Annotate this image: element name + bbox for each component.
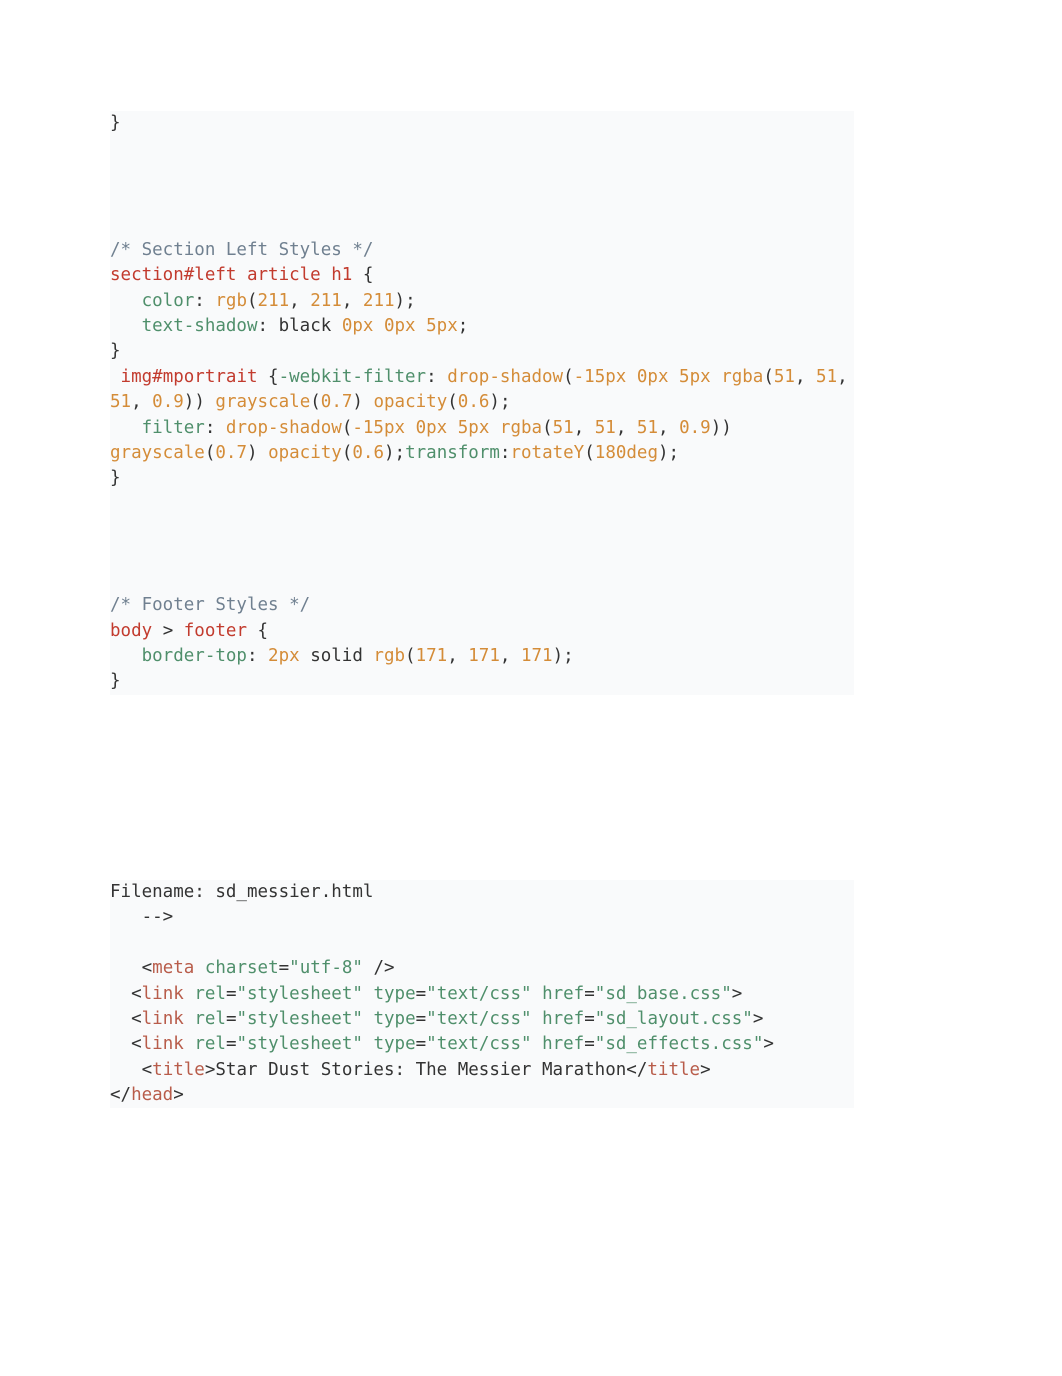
html-attr: charset <box>205 958 279 978</box>
title-text: Star Dust Stories: The Messier Marathon <box>215 1060 626 1080</box>
css-selector: img#mportrait <box>121 367 258 387</box>
html-code-block: Filename: sd_messier.html --> <meta char… <box>110 880 854 1108</box>
code-text: } <box>110 113 121 133</box>
code-content: Filename: sd_messier.html --> <meta char… <box>110 880 854 1108</box>
html-tag: link <box>142 1009 184 1029</box>
css-property: color <box>142 291 195 311</box>
html-tag: title <box>152 1060 205 1080</box>
css-selector: section#left article h1 <box>110 265 352 285</box>
css-property: border-top <box>142 646 247 666</box>
html-tag: link <box>142 1034 184 1054</box>
css-property: text-shadow <box>142 316 258 336</box>
code-text: Filename: sd_messier.html <box>110 882 373 902</box>
css-property: transform <box>405 443 500 463</box>
html-tag: link <box>142 984 184 1004</box>
comment: /* Section Left Styles */ <box>110 240 373 260</box>
css-code-block: } /* Section Left Styles */ section#left… <box>110 111 854 695</box>
comment: /* Footer Styles */ <box>110 595 310 615</box>
html-tag: head <box>131 1085 173 1105</box>
css-selector: body <box>110 621 152 641</box>
css-property: -webkit-filter <box>279 367 427 387</box>
html-tag: meta <box>152 958 194 978</box>
code-content: } /* Section Left Styles */ section#left… <box>110 111 854 695</box>
css-property: filter <box>142 418 205 438</box>
